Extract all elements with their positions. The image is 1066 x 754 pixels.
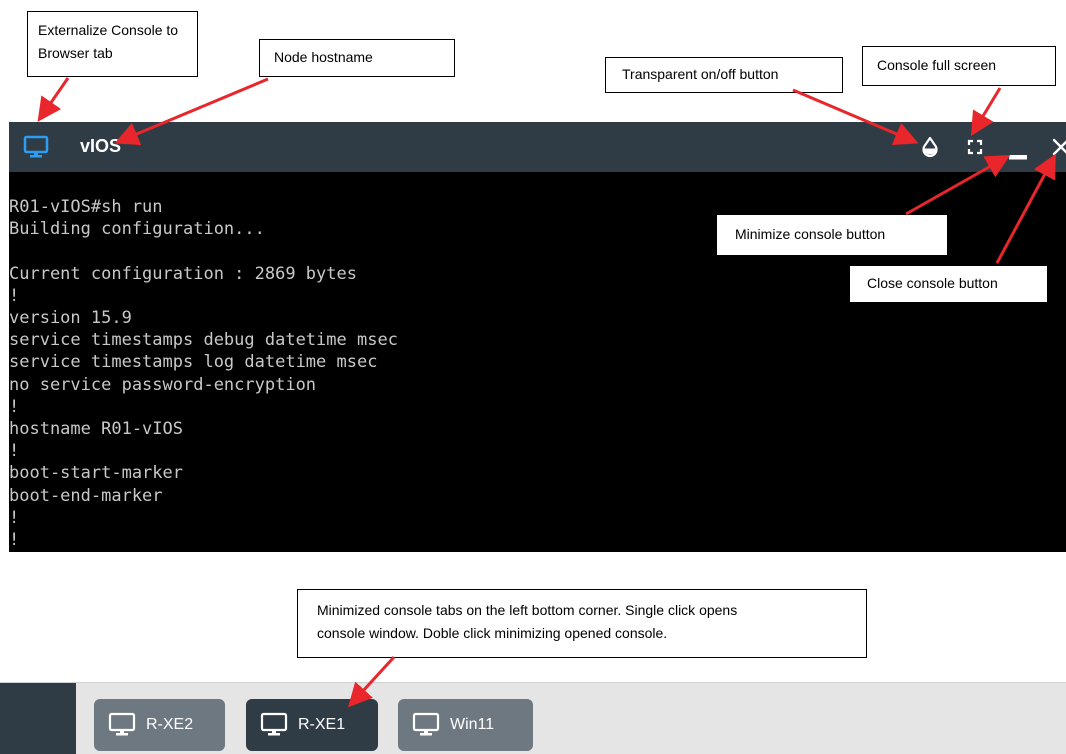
monitor-icon [260,712,288,736]
annotation-close: Close console button [849,265,1048,303]
node-hostname: vIOS [80,136,122,156]
annotation-tabs-note-line2: console window. Doble click minimizing o… [317,625,668,641]
annotation-externalize: Externalize Console to Browser tab [27,11,198,77]
tab-r-xe2[interactable]: R-XE2 [94,699,225,751]
monitor-icon[interactable] [23,134,49,164]
close-icon[interactable] [1052,138,1066,160]
droplet-icon[interactable] [920,136,940,162]
taskbar-corner [0,683,76,754]
minimized-tabs-bar: R-XE2 R-XE1 Win11 [0,682,1066,754]
annotation-transparent: Transparent on/off button [605,57,843,93]
annotation-minimize: Minimize console button [716,214,948,256]
tab-label: R-XE2 [146,716,194,733]
monitor-icon [412,712,440,736]
annotation-minimize-text: Minimize console button [735,226,886,242]
minimize-icon[interactable] [1009,145,1027,164]
tab-win11[interactable]: Win11 [398,699,533,751]
annotation-fullscreen-text: Console full screen [877,57,997,73]
console-titlebar[interactable]: vIOS [9,122,1066,172]
tab-r-xe1[interactable]: R-XE1 [246,699,378,751]
annotation-tabs-note: Minimized console tabs on the left botto… [297,589,867,658]
annotation-tabs-note-line1: Minimized console tabs on the left botto… [317,602,738,618]
annotation-externalize-line2: Browser tab [38,45,113,61]
annotation-hostname: Node hostname [259,39,455,77]
annotation-hostname-text: Node hostname [274,49,373,65]
annotation-externalize-line1: Externalize Console to [38,22,179,38]
tab-label: R-XE1 [298,716,346,733]
tab-label: Win11 [450,716,495,733]
fullscreen-icon[interactable] [967,139,983,159]
arrow-externalize [37,77,70,122]
annotation-fullscreen: Console full screen [862,46,1056,86]
annotation-close-text: Close console button [867,275,998,291]
annotation-transparent-text: Transparent on/off button [622,66,779,82]
monitor-icon [108,712,136,736]
